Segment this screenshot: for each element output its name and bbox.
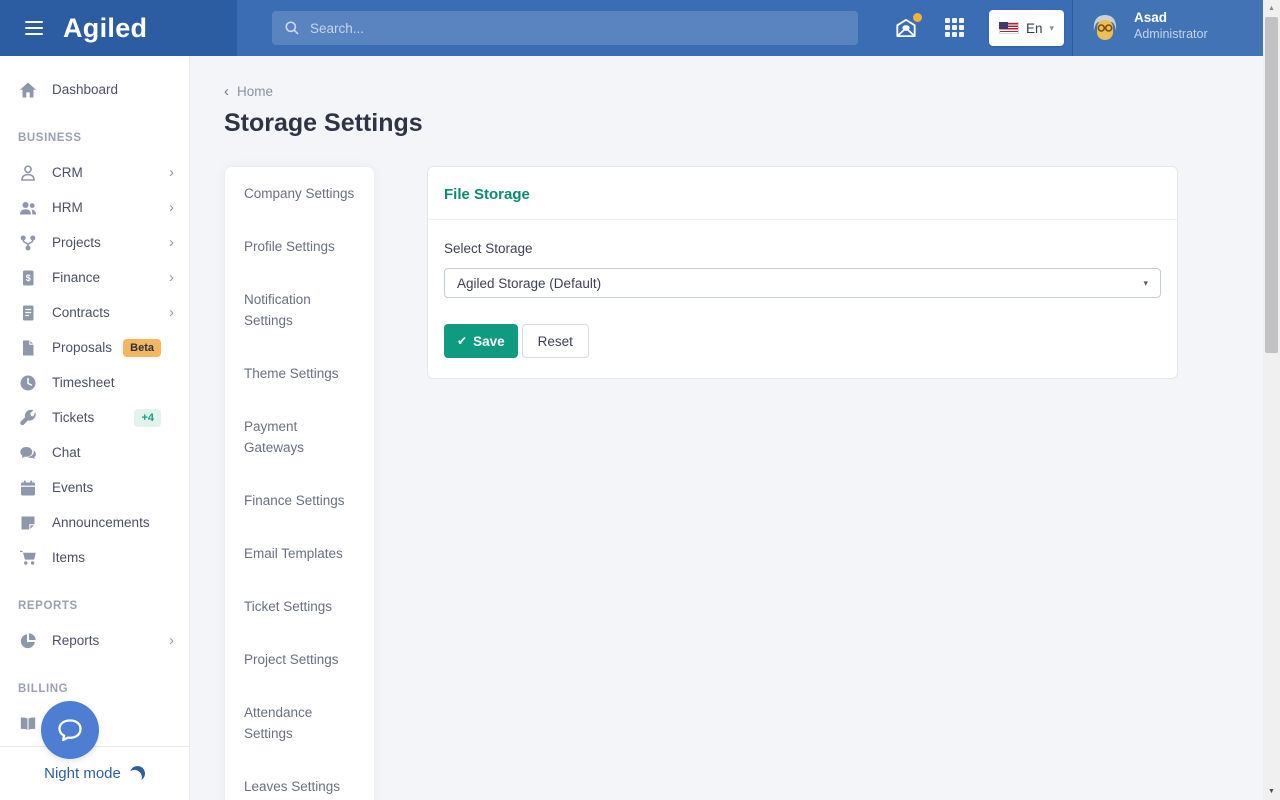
breadcrumb-home-link[interactable]: Home: [237, 84, 273, 99]
sidebar-item-contracts[interactable]: Contracts ›: [0, 295, 189, 330]
logo-area: Agiled: [0, 0, 237, 56]
sidebar-item-reports[interactable]: Reports ›: [0, 623, 189, 658]
brand-logo[interactable]: Agiled: [63, 13, 147, 44]
scroll-down-arrow[interactable]: ▼: [1263, 783, 1280, 800]
sidebar-item-dashboard[interactable]: Dashboard: [0, 72, 189, 107]
settings-nav-payment[interactable]: Payment Gateways: [225, 400, 374, 474]
card-title: File Storage: [444, 186, 1161, 203]
user-menu[interactable]: Asad Administrator: [1072, 0, 1263, 56]
caret-down-icon: ▾: [1049, 23, 1054, 34]
language-selector[interactable]: En ▾: [989, 10, 1064, 46]
breadcrumb[interactable]: ‹ Home: [224, 83, 273, 100]
wrench-icon: [19, 409, 37, 427]
sidebar-item-tickets[interactable]: Tickets +4: [0, 400, 189, 435]
chevron-right-icon: ›: [169, 305, 174, 320]
invoice-dollar-icon: $: [19, 269, 37, 287]
section-header-billing: BILLING: [0, 683, 189, 695]
contract-file-icon: [19, 304, 37, 322]
main-content: ‹ Home Storage Settings Company Settings…: [190, 56, 1263, 800]
caret-down-icon: ▾: [1143, 278, 1148, 289]
back-chevron-icon: ‹: [224, 83, 229, 100]
project-diagram-icon: [19, 234, 37, 252]
avatar: [1090, 13, 1120, 43]
sidebar-item-announcements[interactable]: Announcements: [0, 505, 189, 540]
home-icon: [19, 81, 37, 99]
user-role: Administrator: [1134, 26, 1208, 42]
sidebar-item-timesheet[interactable]: Timesheet: [0, 365, 189, 400]
settings-nav-notification[interactable]: Notification Settings: [225, 273, 374, 347]
settings-nav-ticket[interactable]: Ticket Settings: [225, 580, 374, 633]
reset-button[interactable]: Reset: [522, 324, 589, 358]
help-chat-widget-button[interactable]: [41, 701, 99, 759]
section-header-business: BUSINESS: [0, 132, 189, 144]
top-navbar: Agiled En ▾: [0, 0, 1263, 56]
chevron-right-icon: ›: [169, 235, 174, 250]
settings-nav-company[interactable]: Company Settings: [225, 167, 374, 220]
us-flag-icon: [999, 22, 1019, 34]
count-badge: +4: [134, 409, 161, 427]
sidebar-nav: Dashboard BUSINESS CRM › HRM › Projects …: [0, 56, 190, 800]
sidebar-item-hrm[interactable]: HRM ›: [0, 190, 189, 225]
open-book-icon: [19, 715, 37, 733]
chevron-right-icon: ›: [169, 633, 174, 648]
chevron-right-icon: ›: [169, 270, 174, 285]
user-name: Asad: [1134, 10, 1208, 26]
moon-icon: [128, 764, 146, 782]
file-storage-card: File Storage Select Storage Agiled Stora…: [427, 166, 1178, 379]
language-label: En: [1026, 21, 1043, 36]
clock-icon: [19, 374, 37, 392]
chat-bubbles-icon: [19, 444, 37, 462]
sidebar-item-proposals[interactable]: Proposals Beta: [0, 330, 189, 365]
page-title: Storage Settings: [224, 109, 1263, 138]
check-icon: ✔: [457, 334, 467, 348]
proposal-file-icon: [19, 339, 37, 357]
select-storage-label: Select Storage: [444, 241, 1161, 256]
settings-nav-card: Company Settings Profile Settings Notifi…: [224, 166, 375, 800]
user-icon: [19, 164, 37, 182]
night-mode-toggle[interactable]: Night mode: [0, 746, 189, 800]
chevron-right-icon: ›: [169, 200, 174, 215]
sticky-note-icon: [19, 514, 37, 532]
sidebar-item-crm[interactable]: CRM ›: [0, 155, 189, 190]
chevron-right-icon: ›: [169, 165, 174, 180]
scroll-up-arrow[interactable]: ▲: [1263, 0, 1280, 17]
scrollbar-thumb[interactable]: [1265, 17, 1278, 353]
settings-nav-theme[interactable]: Theme Settings: [225, 347, 374, 400]
search-input[interactable]: [310, 21, 846, 36]
sidebar-item-projects[interactable]: Projects ›: [0, 225, 189, 260]
settings-nav-finance[interactable]: Finance Settings: [225, 474, 374, 527]
section-header-reports: REPORTS: [0, 600, 189, 612]
shopping-cart-icon: [19, 549, 37, 567]
settings-nav-profile[interactable]: Profile Settings: [225, 220, 374, 273]
page-scrollbar[interactable]: ▲ ▼: [1263, 0, 1280, 800]
settings-nav-leaves[interactable]: Leaves Settings: [225, 760, 374, 800]
pie-chart-icon: [19, 632, 37, 650]
settings-nav-attendance[interactable]: Attendance Settings: [225, 686, 374, 760]
hamburger-menu-icon[interactable]: [25, 21, 43, 36]
speech-bubble-icon: [55, 715, 85, 745]
apps-grid-button[interactable]: [945, 18, 965, 38]
storage-select-value: Agiled Storage (Default): [457, 276, 601, 291]
sidebar-item-items[interactable]: Items: [0, 540, 189, 575]
sidebar-item-events[interactable]: Events: [0, 470, 189, 505]
sidebar-item-finance[interactable]: $ Finance ›: [0, 260, 189, 295]
beta-badge: Beta: [123, 339, 161, 357]
users-icon: [19, 199, 37, 217]
storage-select[interactable]: Agiled Storage (Default) ▾: [444, 268, 1161, 298]
calendar-icon: [19, 479, 37, 497]
search-icon: [284, 20, 300, 36]
settings-nav-email[interactable]: Email Templates: [225, 527, 374, 580]
mail-notifications-button[interactable]: [893, 15, 921, 43]
notification-dot: [913, 13, 922, 22]
save-button[interactable]: ✔ Save: [444, 324, 518, 358]
svg-text:$: $: [26, 273, 31, 283]
global-search: [272, 11, 858, 45]
settings-nav-project[interactable]: Project Settings: [225, 633, 374, 686]
sidebar-item-chat[interactable]: Chat: [0, 435, 189, 470]
